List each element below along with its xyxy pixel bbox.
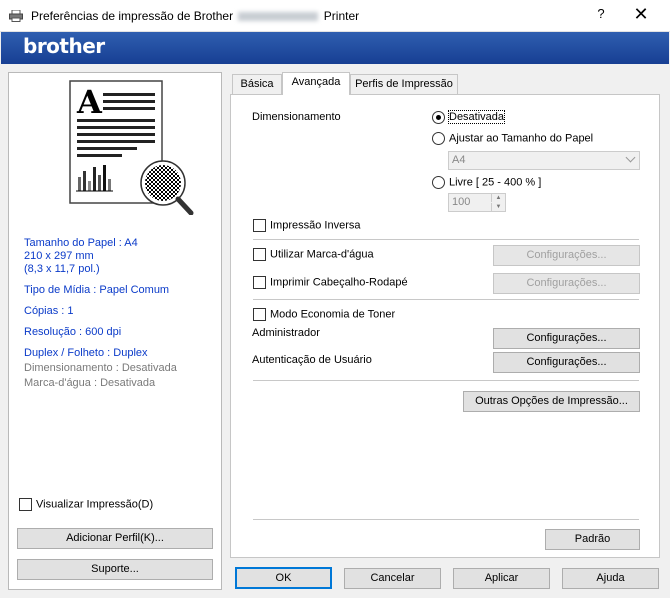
header-footer-label: Imprimir Cabeçalho-Rodapé: [270, 276, 408, 289]
scaling-off-label: Desativada: [447, 110, 506, 125]
scaling-fit-radio[interactable]: Ajustar ao Tamanho do Papel: [432, 132, 593, 145]
title-bar: Preferências de impressão de Brother Pri…: [0, 0, 670, 32]
watermark-label: Utilizar Marca-d'água: [270, 248, 374, 261]
user-auth-settings-button[interactable]: Configurações...: [493, 352, 640, 373]
scaling-fit-label: Ajustar ao Tamanho do Papel: [449, 132, 594, 145]
reverse-print-label: Impressão Inversa: [270, 219, 361, 232]
help-button[interactable]: Ajuda: [562, 568, 659, 589]
ok-button[interactable]: OK: [235, 567, 332, 589]
divider: [253, 299, 639, 300]
svg-text:A: A: [76, 83, 103, 121]
fit-paper-size-select[interactable]: A4: [448, 151, 640, 170]
toner-save-label: Modo Economia de Toner: [270, 308, 396, 321]
summary-copies: Cópias : 1: [24, 305, 74, 317]
help-title-button[interactable]: ?: [588, 6, 614, 26]
toner-save-checkbox[interactable]: Modo Economia de Toner: [253, 308, 395, 321]
header-footer-checkbox[interactable]: Imprimir Cabeçalho-Rodapé: [253, 276, 408, 289]
default-button[interactable]: Padrão: [545, 529, 640, 550]
administrator-label: Administrador: [252, 327, 320, 339]
summary-paper-size: Tamanho do Papel : A4: [24, 237, 138, 249]
window-title-prefix: Preferências de impressão de Brother: [31, 9, 234, 23]
administrator-settings-button[interactable]: Configurações...: [493, 328, 640, 349]
fit-paper-size-value: A4: [452, 154, 466, 166]
summary-duplex: Duplex / Folheto : Duplex: [24, 347, 148, 359]
print-preview-check-box[interactable]: [19, 498, 32, 511]
tab-basic[interactable]: Básica: [232, 74, 282, 94]
divider: [253, 519, 639, 520]
add-profile-button[interactable]: Adicionar Perfil(K)...: [17, 528, 213, 549]
summary-resolution: Resolução : 600 dpi: [24, 326, 122, 338]
summary-media-type: Tipo de Mídia : Papel Comum: [24, 284, 170, 296]
close-button[interactable]: ✕: [628, 4, 654, 26]
print-preview-label: Visualizar Impressão(D): [36, 498, 154, 511]
other-print-options-button[interactable]: Outras Opções de Impressão...: [463, 391, 640, 412]
scaling-off-radio[interactable]: Desativada: [432, 110, 506, 125]
scaling-free-label: Livre [ 25 - 400 % ]: [449, 176, 542, 189]
free-scaling-spinner[interactable]: 100 ▲ ▼: [448, 193, 506, 212]
summary-panel: A Tamanho do Papel: A4 210 x 297 mm (8,…: [8, 72, 222, 590]
brother-logo: brother: [23, 34, 105, 58]
header-footer-settings-button[interactable]: Configurações...: [493, 273, 640, 294]
divider: [253, 239, 639, 240]
user-auth-label: Autenticação de Usuário: [252, 354, 372, 366]
model-name-redacted: [238, 12, 319, 22]
summary-watermark: Marca-d'água : Desativada: [24, 377, 156, 389]
brand-bar: brother: [1, 32, 669, 64]
scaling-free-radio[interactable]: Livre [ 25 - 400 % ]: [432, 176, 541, 189]
printer-icon: [9, 10, 23, 22]
divider: [253, 380, 639, 381]
watermark-checkbox[interactable]: Utilizar Marca-d'água: [253, 248, 374, 261]
cancel-button[interactable]: Cancelar: [344, 568, 441, 589]
support-button[interactable]: Suporte...: [17, 559, 213, 580]
tab-advanced[interactable]: Avançada: [282, 72, 350, 95]
window-title-suffix: Printer: [323, 9, 360, 23]
settings-summary: Tamanho do Papel : A4 210 x 297 mm (8,3 …: [24, 237, 219, 390]
spin-up-icon[interactable]: ▲: [491, 194, 505, 202]
summary-paper-dims-in: (8,3 x 11,7 pol.): [24, 263, 100, 275]
chevron-down-icon: [625, 152, 636, 163]
watermark-settings-button[interactable]: Configurações...: [493, 245, 640, 266]
print-preview-checkbox[interactable]: Visualizar Impressão(D): [19, 498, 153, 511]
apply-button[interactable]: Aplicar: [453, 568, 550, 589]
window-title: Preferências de impressão de Brother Pri…: [31, 9, 359, 23]
summary-scaling: Dimensionamento : Desativada: [24, 362, 177, 374]
scaling-label: Dimensionamento: [252, 111, 341, 123]
summary-paper-dims-mm: 210 x 297 mm: [24, 250, 94, 262]
reverse-print-checkbox[interactable]: Impressão Inversa: [253, 219, 360, 232]
tab-print-profiles[interactable]: Perfis de Impressão: [350, 74, 458, 94]
spin-down-icon[interactable]: ▼: [491, 203, 505, 211]
free-scaling-value: 100: [452, 196, 471, 208]
document-preview-icon: A: [69, 80, 194, 215]
